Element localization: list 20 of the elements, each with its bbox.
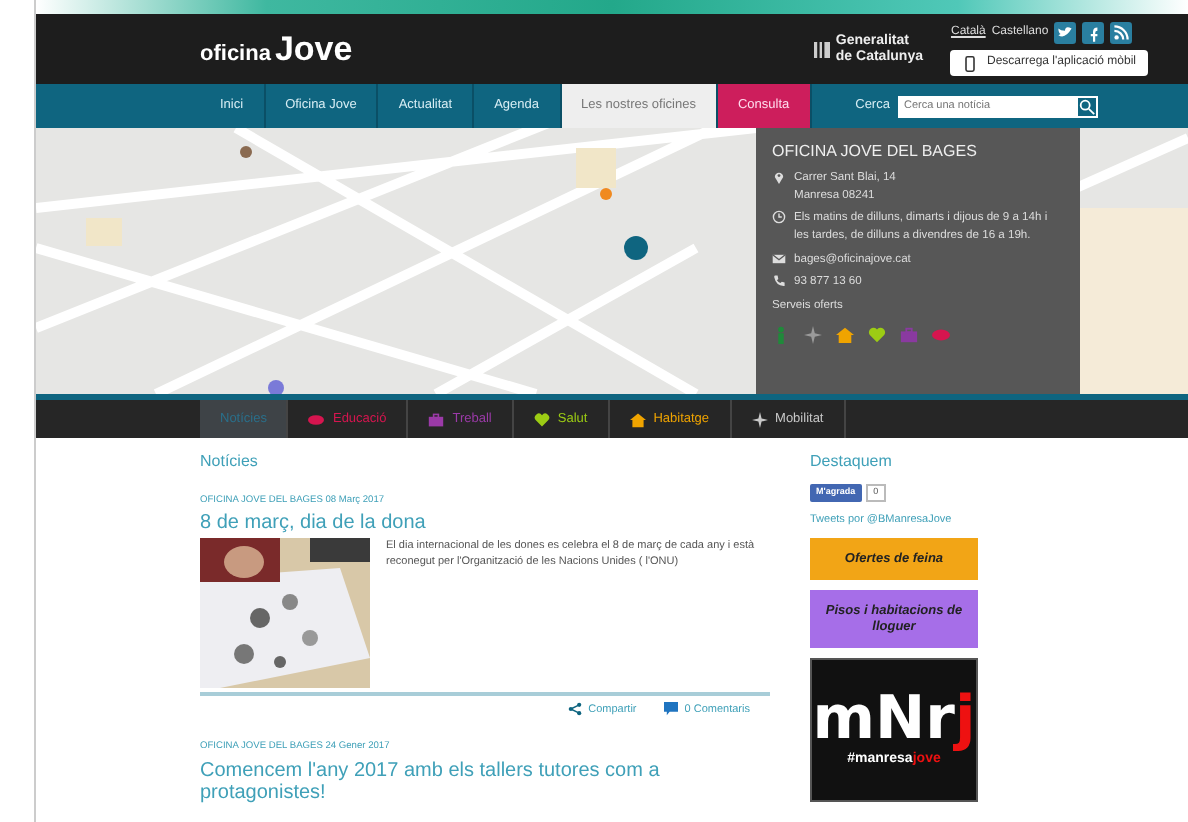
search-button[interactable] [1075, 95, 1098, 117]
news-title-link[interactable]: Comencem l'any 2017 amb els tallers tutores com a protagonistes! [200, 759, 770, 804]
speech-bubble-icon [664, 702, 679, 717]
phone-icon [772, 274, 786, 289]
logo: oficinaJove [200, 27, 353, 72]
phone-icon [962, 55, 979, 71]
search-icon [1077, 97, 1096, 115]
share-icon [568, 702, 583, 717]
location-pin-icon [772, 170, 786, 184]
office-title: OFICINA JOVE DEL BAGES [772, 140, 979, 164]
bird-button[interactable] [1054, 22, 1077, 44]
promo-logo-text: mNrj [812, 690, 976, 751]
rss-button[interactable] [1110, 22, 1133, 44]
news-title-link[interactable]: 8 de març, dia de la dona [200, 512, 770, 535]
clock-icon [772, 210, 786, 225]
section-heading: Notícies [200, 450, 260, 474]
emblem-icon [813, 37, 830, 61]
facebook-button[interactable] [1082, 22, 1105, 44]
envelope-icon [772, 251, 786, 266]
section-heading: Destaquem [810, 450, 894, 474]
